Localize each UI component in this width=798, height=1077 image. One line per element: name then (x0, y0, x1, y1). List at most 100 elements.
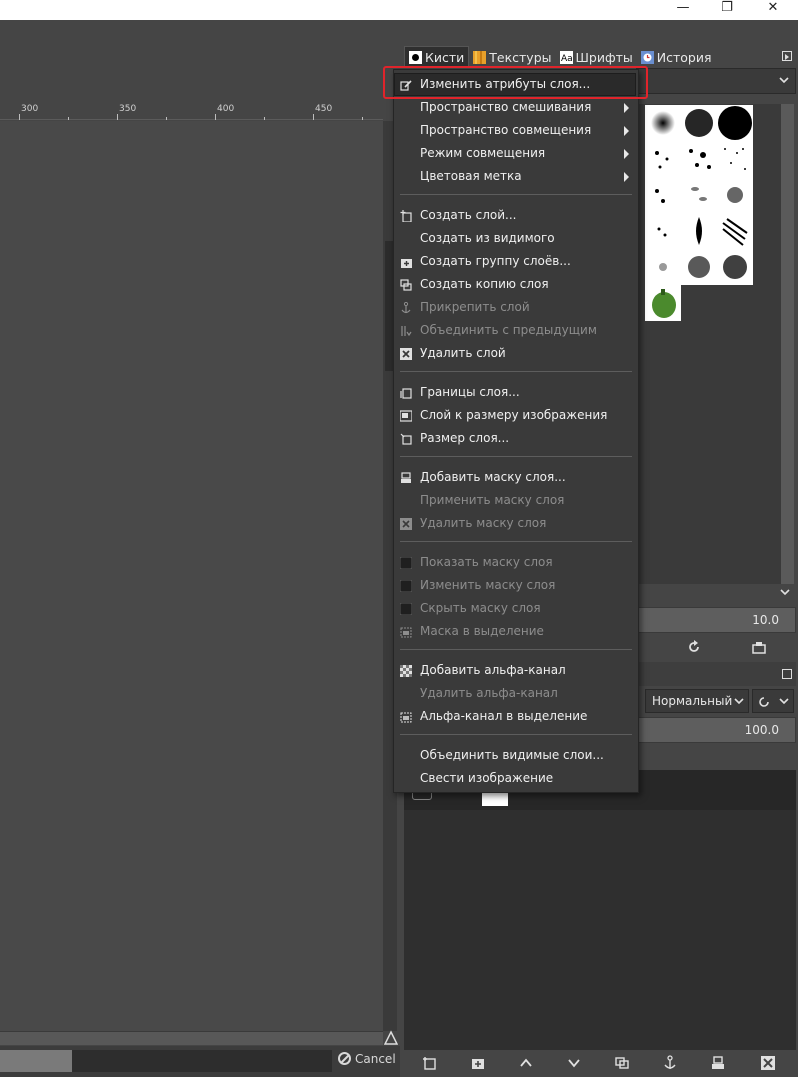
brush-item[interactable] (717, 141, 753, 177)
layer-mode-select[interactable]: Нормальный (645, 689, 749, 713)
layers-button-bar (404, 1050, 796, 1077)
menu-item[interactable]: Альфа-канал в выделение (394, 705, 638, 728)
alpha-to-selection-icon (400, 712, 412, 723)
menu-item[interactable]: Скрыть маску слоя (394, 597, 638, 620)
menu-item[interactable]: Свести изображение (394, 767, 638, 790)
delete-icon (400, 348, 412, 360)
tab-patterns[interactable]: Текстуры (469, 46, 555, 68)
brush-item[interactable] (645, 213, 681, 249)
brush-item[interactable] (717, 249, 753, 285)
menu-item[interactable]: Создать группу слоёв... (394, 250, 638, 273)
menu-item[interactable]: Объединить с предыдущим (394, 319, 638, 342)
menu-item[interactable]: Размер слоя... (394, 427, 638, 450)
menu-item[interactable]: Удалить альфа-канал (394, 682, 638, 705)
mode-reset-select[interactable] (752, 689, 794, 713)
brush-grid[interactable] (636, 104, 781, 584)
refresh-icon[interactable] (687, 640, 701, 654)
tab-brushes[interactable]: Кисти (404, 46, 470, 68)
tab-label: История (656, 49, 712, 65)
brush-item[interactable] (717, 213, 753, 249)
brush-item[interactable] (645, 141, 681, 177)
menu-item[interactable]: Изменить атрибуты слоя... (394, 73, 638, 96)
opacity-value: 100.0 (744, 723, 779, 737)
lower-layer-icon[interactable] (566, 1055, 582, 1071)
menu-item-label: Создать группу слоёв... (420, 254, 571, 268)
open-as-image-icon[interactable] (752, 640, 766, 654)
submenu-arrow-icon (624, 149, 629, 159)
minimize-button[interactable]: — (660, 0, 706, 18)
brush-item[interactable] (681, 141, 717, 177)
anchor-icon[interactable] (662, 1055, 678, 1071)
menu-item[interactable]: Маска в выделение (394, 620, 638, 643)
menu-item[interactable]: Создать слой... (394, 204, 638, 227)
menu-separator (400, 456, 632, 457)
navigate-icon[interactable] (384, 1030, 398, 1046)
new-layer-icon[interactable] (422, 1055, 438, 1071)
menu-item[interactable]: Изменить маску слоя (394, 574, 638, 597)
menu-item-label: Размер слоя... (420, 431, 510, 445)
menu-item[interactable]: Удалить маску слоя (394, 512, 638, 535)
menu-item[interactable]: Пространство совмещения (394, 119, 638, 142)
brush-item[interactable] (681, 213, 717, 249)
image-canvas[interactable] (0, 121, 383, 1031)
brush-item[interactable] (645, 105, 681, 141)
chevron-down-icon[interactable] (780, 589, 790, 597)
brush-item[interactable] (717, 105, 753, 141)
spacing-value: 10.0 (752, 613, 779, 627)
menu-item[interactable]: Цветовая метка (394, 165, 638, 188)
duplicate-layer-icon[interactable] (614, 1055, 630, 1071)
dock-menu-button[interactable] (782, 669, 792, 679)
delete-layer-icon[interactable] (760, 1055, 776, 1071)
brush-item[interactable] (681, 249, 717, 285)
menu-item[interactable]: Добавить альфа-канал (394, 659, 638, 682)
new-layer-group-icon[interactable] (470, 1055, 486, 1071)
chevron-down-icon (779, 77, 789, 84)
menu-item-label: Слой к размеру изображения (420, 408, 608, 422)
layers-list[interactable] (404, 770, 796, 1050)
add-mask-icon (401, 472, 411, 483)
brush-filter-select[interactable] (636, 68, 796, 94)
edit-attributes-icon (400, 80, 412, 91)
history-icon (640, 50, 654, 64)
tab-history[interactable]: История (637, 46, 716, 68)
cancel-button[interactable]: Cancel (338, 1052, 396, 1066)
raise-layer-icon[interactable] (518, 1055, 534, 1071)
menu-item-label: Создать копию слоя (420, 277, 549, 291)
add-mask-icon[interactable] (710, 1055, 726, 1071)
close-button[interactable]: ✕ (750, 0, 796, 18)
menu-separator (400, 734, 632, 735)
brush-item[interactable] (645, 177, 681, 213)
layer-opacity-spinner[interactable]: 100.0 (636, 717, 796, 743)
menu-item[interactable]: Удалить слой (394, 342, 638, 365)
menu-item[interactable]: Режим совмещения (394, 142, 638, 165)
brush-scrollbar[interactable] (781, 104, 794, 584)
brush-item[interactable] (681, 177, 717, 213)
menu-item-label: Создать слой... (420, 208, 517, 222)
window-titlebar: — ❐ ✕ (0, 0, 798, 20)
brush-item[interactable] (645, 249, 681, 285)
menu-item[interactable]: Добавить маску слоя... (394, 466, 638, 489)
menu-item[interactable]: Показать маску слоя (394, 551, 638, 574)
menu-item-label: Свести изображение (420, 771, 554, 785)
layer-to-image-icon (400, 410, 412, 422)
delete-mask-icon (400, 518, 412, 530)
menu-item-label: Цветовая метка (420, 169, 522, 183)
mask-to-selection-icon (400, 627, 412, 638)
menu-item[interactable]: Применить маску слоя (394, 489, 638, 512)
brush-spacing-spinner[interactable]: 10.0 (636, 607, 796, 633)
brush-item[interactable] (645, 285, 681, 321)
menu-item[interactable]: Пространство смешивания (394, 96, 638, 119)
restore-button[interactable]: ❐ (704, 0, 750, 18)
brush-item[interactable] (717, 177, 753, 213)
menu-item[interactable]: Слой к размеру изображения (394, 404, 638, 427)
tab-fonts[interactable]: Aa Шрифты (556, 46, 637, 68)
brush-item[interactable] (681, 105, 717, 141)
menu-item[interactable]: Объединить видимые слои... (394, 744, 638, 767)
menu-item[interactable]: Создать из видимого (394, 227, 638, 250)
dock-menu-button[interactable] (782, 51, 792, 61)
canvas-horizontal-scrollbar[interactable] (0, 1031, 383, 1045)
menu-item[interactable]: Границы слоя... (394, 381, 638, 404)
merge-down-icon (401, 326, 412, 337)
menu-item[interactable]: Создать копию слоя (394, 273, 638, 296)
menu-item[interactable]: Прикрепить слой (394, 296, 638, 319)
